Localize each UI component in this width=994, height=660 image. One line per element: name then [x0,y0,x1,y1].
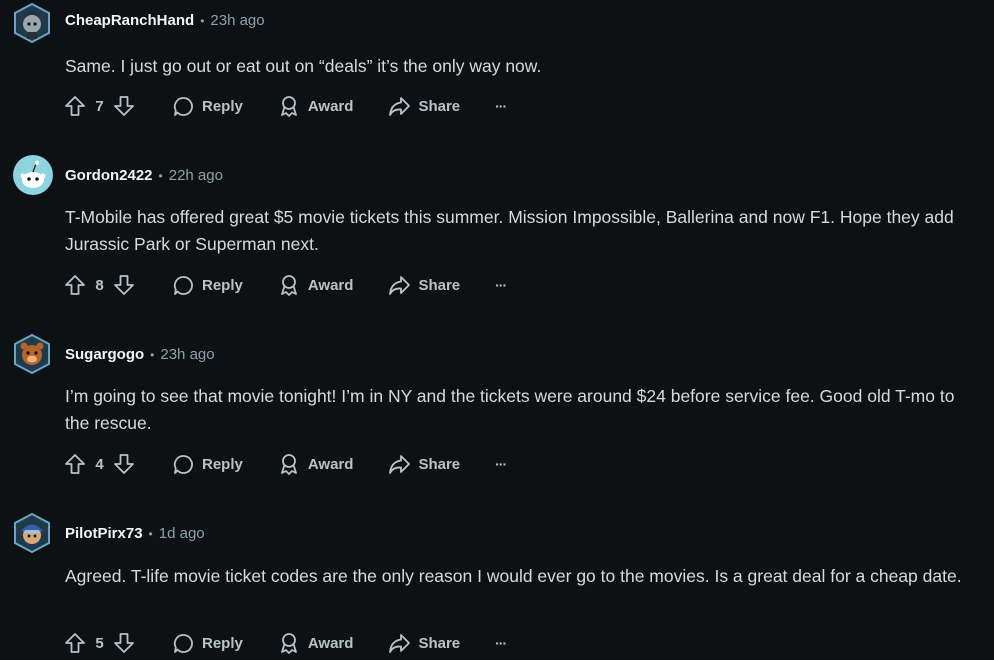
comment-header: Sugargogo • 23h ago [65,346,215,363]
upvote-button[interactable] [64,95,86,117]
author-name[interactable]: Gordon2422 [65,167,153,184]
share-icon [389,634,411,653]
share-icon [389,276,411,295]
more-options-button[interactable]: ··· [495,277,507,293]
share-icon [389,455,411,474]
upvote-button[interactable] [64,453,86,475]
award-label: Award [307,97,354,115]
share-label: Share [418,276,461,294]
reply-button[interactable]: Reply [173,275,243,296]
more-options-icon: ··· [495,456,507,472]
more-options-icon: ··· [495,98,507,114]
author-name[interactable]: Sugargogo [65,346,144,363]
downvote-icon [114,633,134,653]
downvote-icon [114,454,134,474]
comment-actions: 5 Reply Award Share ··· [64,631,507,655]
separator: • [148,526,153,541]
downvote-button[interactable] [113,632,135,654]
vote-count: 8 [95,276,104,294]
comment-text: T-Mobile has offered great $5 movie tick… [65,207,954,254]
author-name[interactable]: CheapRanchHand [65,12,194,29]
comment-header: Gordon2422 • 22h ago [65,167,223,184]
vote-count: 5 [95,634,104,652]
share-button[interactable]: Share [388,95,460,117]
award-icon [280,633,297,654]
user-avatar[interactable] [12,333,52,375]
share-icon [389,97,411,116]
comment-actions: 4 Reply Award Share ··· [64,452,507,476]
reply-label: Reply [202,97,243,115]
downvote-button[interactable] [113,95,135,117]
award-button[interactable]: Award [278,95,354,117]
comment-header: CheapRanchHand • 23h ago [65,12,265,29]
upvote-icon [65,633,85,653]
speech-bubble-icon [173,96,193,116]
reply-button[interactable]: Reply [173,633,243,654]
timestamp[interactable]: 23h ago [160,346,214,363]
author-name[interactable]: PilotPirx73 [65,525,143,542]
user-avatar[interactable] [12,512,52,554]
reply-label: Reply [202,634,243,652]
award-label: Award [307,634,354,652]
upvote-icon [65,275,85,295]
timestamp[interactable]: 22h ago [169,167,223,184]
award-icon [280,96,297,117]
award-label: Award [307,276,354,294]
separator: • [158,168,163,183]
reply-label: Reply [202,455,243,473]
share-button[interactable]: Share [388,453,460,475]
reply-button[interactable]: Reply [173,454,243,475]
award-icon [280,275,297,296]
award-button[interactable]: Award [278,632,354,654]
award-label: Award [307,455,354,473]
upvote-icon [65,96,85,116]
speech-bubble-icon [173,275,193,295]
downvote-button[interactable] [113,274,135,296]
award-icon [280,454,297,475]
reply-label: Reply [202,276,243,294]
more-options-icon: ··· [495,635,507,651]
award-button[interactable]: Award [278,453,354,475]
share-button[interactable]: Share [388,632,460,654]
share-button[interactable]: Share [388,274,460,296]
share-label: Share [418,455,461,473]
more-options-icon: ··· [495,277,507,293]
downvote-icon [114,96,134,116]
vote-count: 4 [95,455,104,473]
user-avatar[interactable] [12,154,53,195]
upvote-button[interactable] [64,274,86,296]
award-button[interactable]: Award [278,274,354,296]
comment-text: Same. I just go out or eat out on “deals… [65,56,542,76]
more-options-button[interactable]: ··· [495,456,507,472]
upvote-button[interactable] [64,632,86,654]
more-options-button[interactable]: ··· [495,635,507,651]
comment-actions: 7 Reply Award Share ··· [64,94,507,118]
more-options-button[interactable]: ··· [495,98,507,114]
comment-actions: 8 Reply Award Share ··· [64,273,507,297]
comment-header: PilotPirx73 • 1d ago [65,525,205,542]
timestamp[interactable]: 1d ago [159,525,205,542]
separator: • [150,347,155,362]
user-avatar[interactable] [12,2,52,44]
separator: • [200,13,205,28]
share-label: Share [418,634,461,652]
vote-count: 7 [95,97,104,115]
downvote-button[interactable] [113,453,135,475]
speech-bubble-icon [173,633,193,653]
speech-bubble-icon [173,454,193,474]
reply-button[interactable]: Reply [173,96,243,117]
share-label: Share [418,97,461,115]
comment-text: I’m going to see that movie tonight! I’m… [65,386,955,433]
comment-text: Agreed. T-life movie ticket codes are th… [65,566,962,586]
upvote-icon [65,454,85,474]
downvote-icon [114,275,134,295]
timestamp[interactable]: 23h ago [210,12,264,29]
